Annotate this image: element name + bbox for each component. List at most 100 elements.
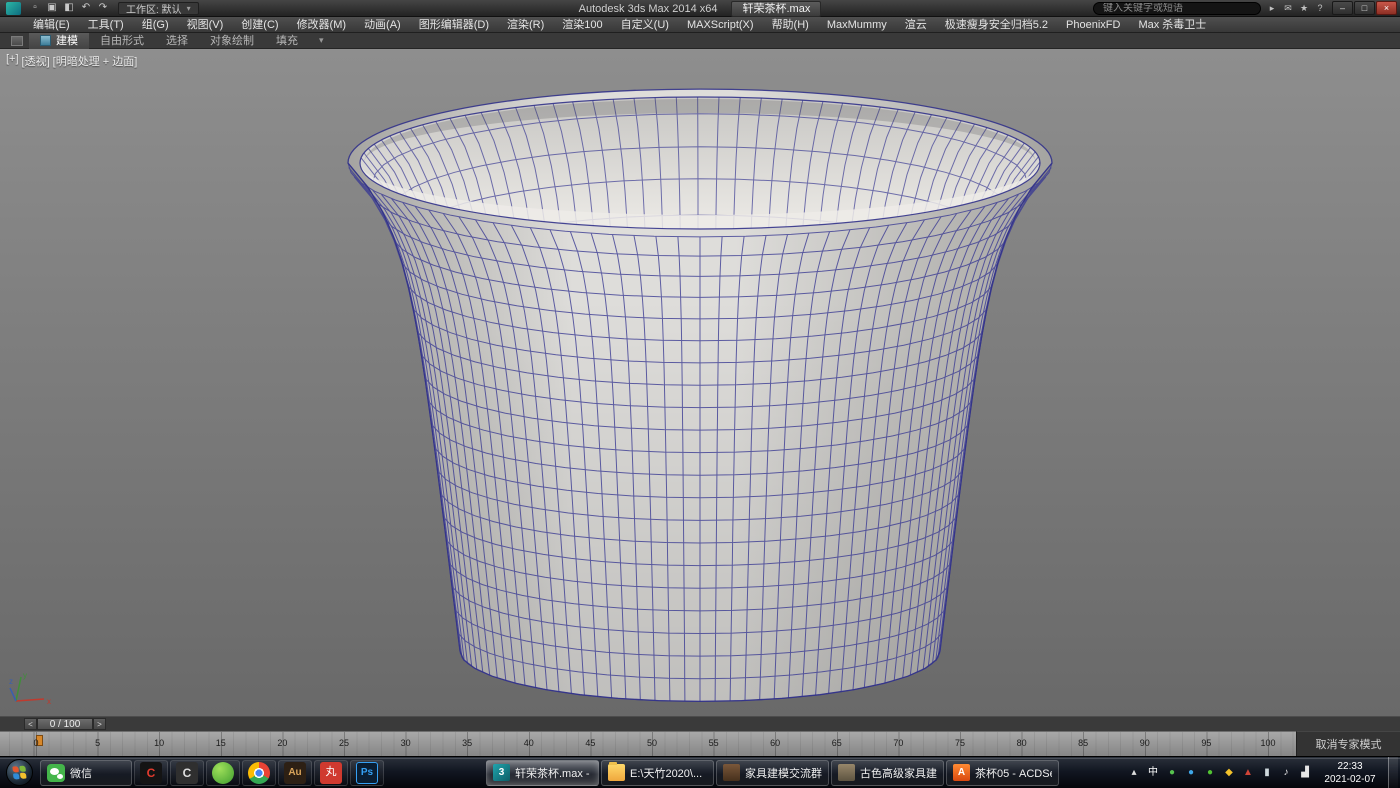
- taskbar-window-button[interactable]: E:\天竹2020\...: [601, 760, 714, 786]
- show-desktop-button[interactable]: [1388, 757, 1398, 788]
- ribbon-tabs: 建模自由形式选择对象绘制填充: [29, 33, 309, 49]
- quick-launch-button[interactable]: C: [170, 760, 204, 786]
- search-button-icon[interactable]: ▸: [1264, 2, 1280, 15]
- ribbon-tab[interactable]: 建模: [29, 33, 89, 49]
- viewport-label: [+] [透视] [明暗处理 + 边面]: [6, 53, 137, 69]
- perspective-viewport[interactable]: [+] [透视] [明暗处理 + 边面] x y z: [0, 49, 1400, 716]
- menu-item[interactable]: 图形编辑器(D): [410, 17, 498, 33]
- favorites-star-icon[interactable]: ★: [1296, 2, 1312, 15]
- frame-number: 20: [277, 738, 287, 748]
- menu-item[interactable]: 编辑(E): [24, 17, 79, 33]
- quick-launch-button[interactable]: [206, 760, 240, 786]
- menu-item[interactable]: 渲染100: [553, 17, 611, 33]
- menu-item[interactable]: PhoenixFD: [1057, 17, 1129, 33]
- quick-launch-button[interactable]: Au: [278, 760, 312, 786]
- frame-number: 75: [955, 738, 965, 748]
- time-slider-handle[interactable]: 0 / 100: [37, 718, 93, 730]
- menu-item[interactable]: 极速瘦身安全归档5.2: [936, 17, 1057, 33]
- window-app-icon: [838, 764, 855, 781]
- frame-number: 35: [462, 738, 472, 748]
- open-file-icon[interactable]: ▣: [44, 2, 60, 15]
- quick-launch-button[interactable]: C: [134, 760, 168, 786]
- desktop-screen: ▫▣◧↶↷ 工作区: 默认 ▾ Autodesk 3ds Max 2014 x6…: [0, 0, 1400, 788]
- ime-chinese-indicator[interactable]: 中: [1144, 762, 1162, 784]
- menu-item[interactable]: 视图(V): [178, 17, 233, 33]
- quick-launch-button[interactable]: Ps: [350, 760, 384, 786]
- taskbar-window-buttons: 3 轩荣茶杯.max - ... E:\天竹2020\... 家具建模交流群 古…: [485, 760, 1060, 786]
- close-button[interactable]: ×: [1376, 1, 1397, 15]
- taskbar-window-button[interactable]: 3 轩荣茶杯.max - ...: [486, 760, 599, 786]
- start-button[interactable]: [6, 759, 33, 786]
- viewport-menu-plus[interactable]: [+]: [6, 53, 19, 69]
- menu-item[interactable]: 修改器(M): [288, 17, 356, 33]
- audition-icon: Au: [284, 762, 306, 784]
- search-input[interactable]: [1093, 2, 1261, 15]
- taskbar-window-button[interactable]: 古色高级家具建...: [831, 760, 944, 786]
- ribbon-tab[interactable]: 自由形式: [89, 33, 155, 49]
- redo-icon[interactable]: ↷: [95, 2, 111, 15]
- menu-item[interactable]: 组(G): [133, 17, 178, 33]
- system-clock[interactable]: 22:33 2021-02-07: [1318, 760, 1382, 786]
- ribbon-tab[interactable]: 选择: [155, 33, 199, 49]
- tray-icons: ▴中●●●◆▲▮♪▟: [1125, 762, 1314, 784]
- ribbon-tab[interactable]: 对象绘制: [199, 33, 265, 49]
- menu-item[interactable]: Max 杀毒卫士: [1129, 17, 1215, 33]
- quick-launch-button[interactable]: [242, 760, 276, 786]
- help-icon[interactable]: ?: [1312, 2, 1328, 15]
- wechat-tray-icon[interactable]: ●: [1201, 762, 1219, 784]
- show-hidden-icons-arrow[interactable]: ▴: [1125, 762, 1143, 784]
- frame-number: 60: [770, 738, 780, 748]
- quick-access-toolbar: ▫▣◧↶↷: [27, 2, 111, 15]
- volume-icon[interactable]: ♪: [1277, 762, 1295, 784]
- menu-item[interactable]: MAXScript(X): [678, 17, 763, 33]
- qq-tray-icon[interactable]: ●: [1182, 762, 1200, 784]
- security-tray-icon[interactable]: ●: [1163, 762, 1181, 784]
- notification-area: ▴中●●●◆▲▮♪▟ 22:33 2021-02-07: [1125, 757, 1398, 788]
- menu-item[interactable]: 创建(C): [232, 17, 287, 33]
- 360-safety-icon: [212, 762, 234, 784]
- undo-icon[interactable]: ↶: [78, 2, 94, 15]
- maximize-button[interactable]: □: [1354, 1, 1375, 15]
- menu-item[interactable]: 自定义(U): [612, 17, 678, 33]
- communication-center-icon[interactable]: ✉: [1280, 2, 1296, 15]
- viewport-shading-menu[interactable]: [明暗处理 + 边面]: [53, 53, 138, 69]
- ribbon-panel-icon[interactable]: [11, 36, 23, 46]
- usb-tray-icon[interactable]: ▮: [1258, 762, 1276, 784]
- ribbon-collapse-icon[interactable]: ▾: [319, 35, 324, 46]
- minimize-button[interactable]: –: [1332, 1, 1353, 15]
- taskbar-window-button[interactable]: A 茶杯05 - ACDSe...: [946, 760, 1059, 786]
- quick-launch-button[interactable]: 丸: [314, 760, 348, 786]
- save-file-icon[interactable]: ◧: [61, 2, 77, 15]
- frame-number: 100: [1260, 738, 1275, 748]
- track-bar[interactable]: 0510152025303540455055606570758085909510…: [0, 731, 1296, 756]
- taskbar-wechat-button[interactable]: 微信: [40, 760, 132, 786]
- taskbar-window-button[interactable]: 家具建模交流群: [716, 760, 829, 786]
- teacup-model-wireframe[interactable]: [0, 49, 1400, 716]
- menu-item[interactable]: 渲染(R): [498, 17, 553, 33]
- menu-item[interactable]: 渲云: [896, 17, 936, 33]
- ribbon-tab[interactable]: 填充: [265, 33, 309, 49]
- chrome-icon: [248, 762, 270, 784]
- viewport-view-menu[interactable]: [透视]: [22, 53, 50, 69]
- network-icon[interactable]: ▟: [1296, 762, 1314, 784]
- clock-date: 2021-02-07: [1318, 773, 1382, 786]
- title-bar: ▫▣◧↶↷ 工作区: 默认 ▾ Autodesk 3ds Max 2014 x6…: [0, 0, 1400, 17]
- 3dsmax-application-button[interactable]: [6, 2, 21, 15]
- download-tray-icon[interactable]: ◆: [1220, 762, 1238, 784]
- new-scene-icon[interactable]: ▫: [27, 2, 43, 15]
- axis-x-label: x: [47, 697, 51, 706]
- axis-z-label: z: [9, 677, 13, 686]
- window-app-icon: [723, 764, 740, 781]
- menu-item[interactable]: 帮助(H): [763, 17, 818, 33]
- cancel-expert-mode-button[interactable]: 取消专家模式: [1296, 731, 1400, 756]
- graphics-tray-icon[interactable]: ▲: [1239, 762, 1257, 784]
- menu-item[interactable]: 工具(T): [79, 17, 133, 33]
- window-app-icon: [608, 764, 625, 781]
- menu-item[interactable]: 动画(A): [355, 17, 410, 33]
- previous-frame-button[interactable]: <: [24, 718, 37, 730]
- menu-item[interactable]: MaxMummy: [818, 17, 896, 33]
- next-frame-button[interactable]: >: [93, 718, 106, 730]
- workspace-selector[interactable]: 工作区: 默认 ▾: [118, 2, 199, 15]
- infocenter-icons: ▸✉★?: [1264, 2, 1328, 15]
- window-title-label: 古色高级家具建...: [860, 765, 937, 781]
